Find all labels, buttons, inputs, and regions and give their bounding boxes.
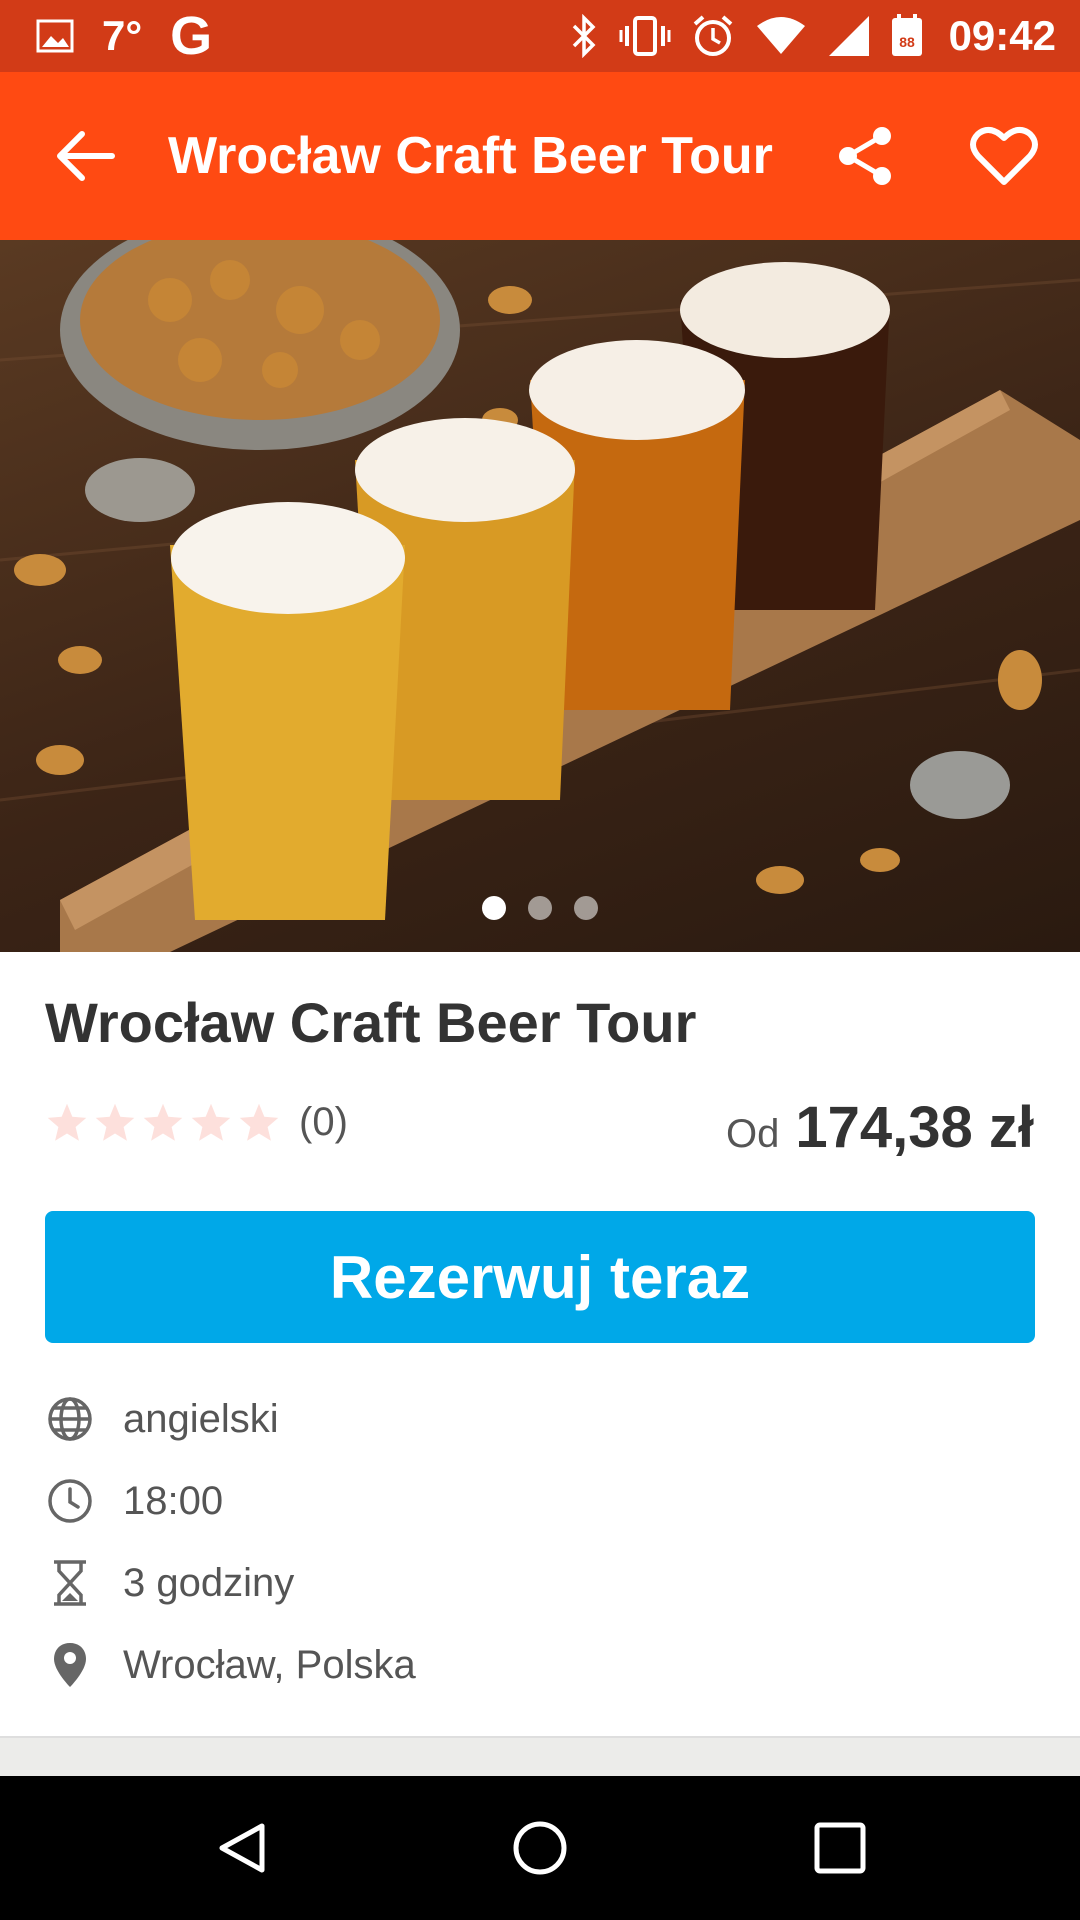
carousel-indicator	[0, 896, 1080, 920]
temperature: 7°	[102, 12, 143, 59]
nav-back-icon[interactable]	[214, 1820, 270, 1876]
detail-language: angielski	[45, 1378, 1035, 1460]
star-icon	[47, 1103, 87, 1141]
nav-home-icon[interactable]	[512, 1820, 568, 1876]
signal-icon	[827, 14, 871, 58]
tour-title: Wrocław Craft Beer Tour	[45, 991, 697, 1054]
google-icon: G	[170, 6, 213, 66]
app-toolbar: Wrocław Craft Beer Tour	[0, 72, 1080, 240]
detail-time: 18:00	[45, 1460, 1035, 1542]
carousel-dot-3[interactable]	[574, 896, 598, 920]
beer-flight-photo	[0, 240, 1080, 952]
hero-photo-carousel[interactable]	[0, 240, 1080, 952]
back-arrow-icon[interactable]	[52, 122, 120, 190]
hourglass-icon	[45, 1558, 95, 1608]
book-now-button[interactable]: Rezerwuj teraz	[45, 1211, 1035, 1343]
clock-time: 09:42	[948, 12, 1056, 59]
review-count[interactable]: (0)	[299, 1100, 348, 1145]
star-rating	[45, 1101, 281, 1145]
location-pin-icon	[45, 1640, 95, 1690]
detail-language-text: angielski	[123, 1396, 279, 1441]
calendar-icon: 88	[891, 14, 923, 58]
toolbar-title: Wrocław Craft Beer Tour	[168, 127, 773, 185]
status-bar: 7° G 88 09:42	[0, 0, 1080, 72]
price-block: Od 174,38 zł	[726, 1094, 1034, 1161]
rating-row: (0)	[45, 1100, 348, 1145]
nav-recents-icon[interactable]	[812, 1820, 868, 1876]
image-icon	[36, 19, 74, 53]
detail-time-text: 18:00	[123, 1478, 224, 1523]
detail-duration-text: 3 godziny	[123, 1560, 295, 1605]
vibrate-icon	[619, 14, 671, 58]
carousel-dot-1[interactable]	[482, 896, 506, 920]
clock-icon	[45, 1476, 95, 1526]
bluetooth-icon	[569, 14, 599, 58]
calendar-day: 88	[899, 34, 915, 50]
wifi-icon	[755, 16, 807, 56]
system-nav-bar	[0, 1776, 1080, 1920]
carousel-dot-2[interactable]	[528, 896, 552, 920]
globe-icon	[45, 1394, 95, 1444]
price-prefix: Od	[726, 1112, 780, 1156]
section-divider	[0, 1736, 1080, 1778]
star-icon	[191, 1103, 231, 1141]
star-icon	[143, 1103, 183, 1141]
star-icon	[95, 1103, 135, 1141]
star-icon	[239, 1103, 279, 1141]
share-icon[interactable]	[834, 124, 898, 188]
tour-details-list: angielski 18:00 3 godziny Wrocław, Polsk…	[45, 1378, 1035, 1706]
price-value: 174,38 zł	[795, 1095, 1034, 1160]
heart-icon[interactable]	[970, 124, 1038, 188]
alarm-icon	[691, 14, 735, 58]
detail-duration: 3 godziny	[45, 1542, 1035, 1624]
detail-location-text: Wrocław, Polska	[123, 1642, 416, 1687]
detail-location: Wrocław, Polska	[45, 1624, 1035, 1706]
